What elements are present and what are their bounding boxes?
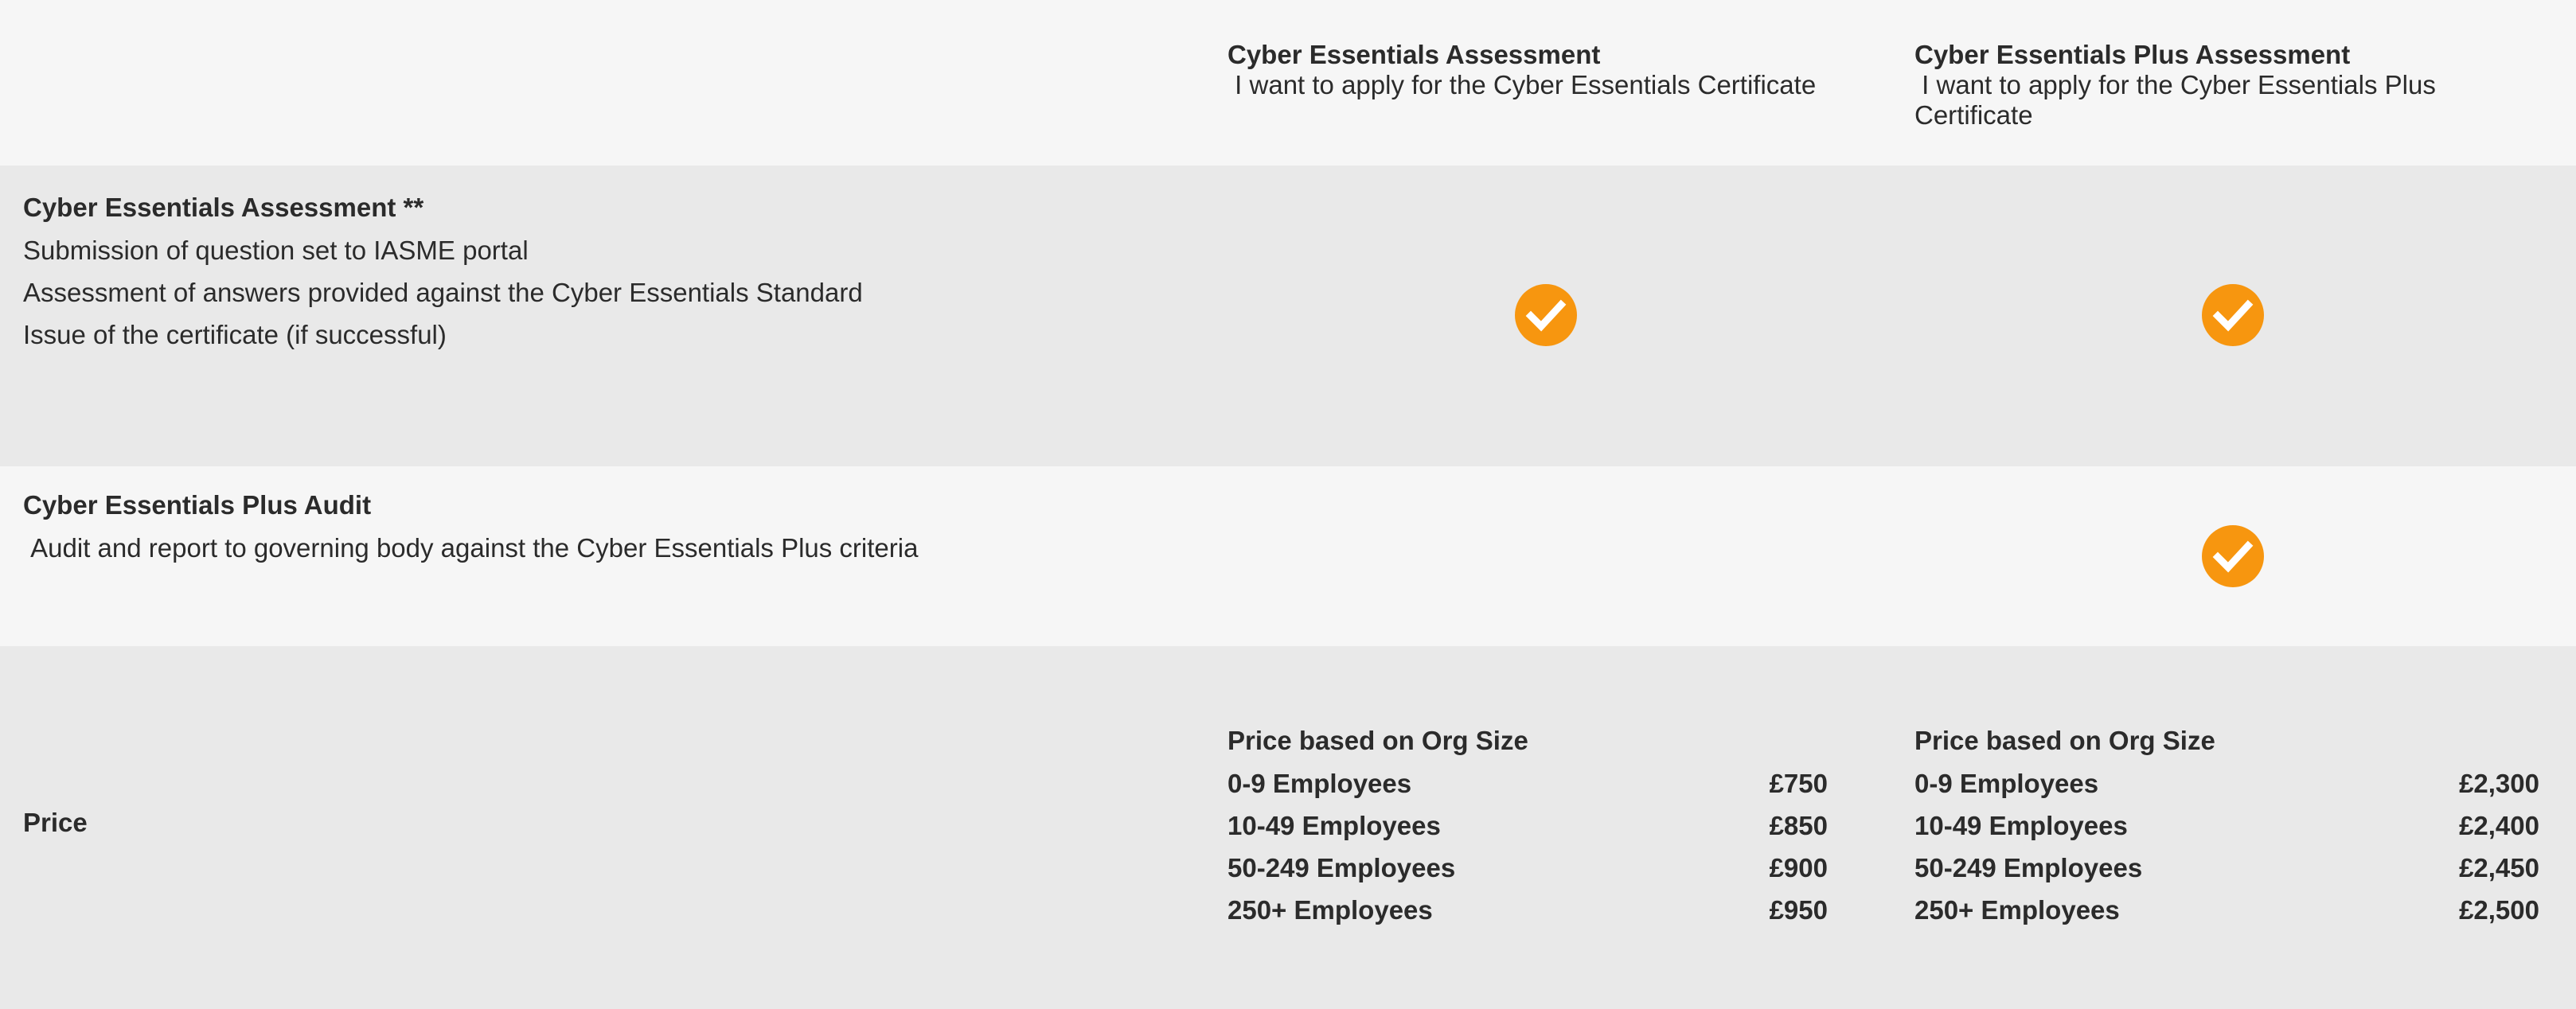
feature-description: Cyber Essentials Assessment ** Submissio… [23,186,863,356]
tier-amount: £2,500 [2459,895,2539,925]
tier-size: 250+ Employees [1228,895,1433,925]
tier-amount: £2,400 [2459,811,2539,840]
feature-row-ce-plus-audit: Cyber Essentials Plus Audit Audit and re… [0,466,2576,646]
check-circle-icon [2202,525,2264,587]
check-circle-icon [2202,284,2264,346]
price-tier: 10-49 Employees £850 [1228,804,1828,847]
tier-amount: £2,300 [2459,769,2539,798]
price-tier: 50-249 Employees £2,450 [1914,847,2539,889]
feature-line: Assessment of answers provided against t… [23,278,863,307]
check-circle-icon [1515,284,1577,346]
price-block-ce-plus: Price based on Org Size 0-9 Employees £2… [1914,719,2539,931]
feature-row-ce-assessment: Cyber Essentials Assessment ** Submissio… [0,166,2576,466]
column-description: I want to apply for the Cyber Essentials… [1914,70,2443,130]
feature-line: Submission of question set to IASME port… [23,236,529,265]
tier-amount: £2,450 [2459,853,2539,882]
header-row: Cyber Essentials Assessment I want to ap… [0,0,2576,166]
column-title: Cyber Essentials Plus Assessment [1914,40,2351,69]
price-tier: 250+ Employees £2,500 [1914,889,2539,931]
tier-amount: £900 [1769,853,1828,882]
tier-amount: £750 [1769,769,1828,798]
column-header-ce: Cyber Essentials Assessment I want to ap… [1228,40,1832,100]
comparison-table: Cyber Essentials Assessment I want to ap… [0,0,2576,1009]
column-title: Cyber Essentials Assessment [1228,40,1601,69]
price-block-title: Price based on Org Size [1914,726,2215,755]
feature-description: Cyber Essentials Plus Audit Audit and re… [23,484,918,569]
feature-line: Audit and report to governing body again… [23,533,919,563]
price-tier: 0-9 Employees £750 [1228,762,1828,804]
tier-size: 0-9 Employees [1228,769,1412,798]
price-tier: 10-49 Employees £2,400 [1914,804,2539,847]
price-tier: 50-249 Employees £900 [1228,847,1828,889]
price-block-title: Price based on Org Size [1228,726,1528,755]
column-header-ce-plus: Cyber Essentials Plus Assessment I want … [1914,40,2519,131]
tier-amount: £950 [1769,895,1828,925]
tier-size: 50-249 Employees [1228,853,1456,882]
price-row: Price Price based on Org Size 0-9 Employ… [0,646,2576,1009]
tier-size: 250+ Employees [1914,895,2120,925]
tier-size: 10-49 Employees [1914,811,2128,840]
price-label: Price [23,808,88,837]
price-tier: 0-9 Employees £2,300 [1914,762,2539,804]
feature-line: Issue of the certificate (if successful) [23,320,447,349]
tier-size: 10-49 Employees [1228,811,1441,840]
feature-title: Cyber Essentials Assessment ** [23,193,424,222]
tier-size: 50-249 Employees [1914,853,2143,882]
tier-size: 0-9 Employees [1914,769,2099,798]
tier-amount: £850 [1769,811,1828,840]
price-tier: 250+ Employees £950 [1228,889,1828,931]
column-description: I want to apply for the Cyber Essentials… [1228,70,1817,99]
feature-title: Cyber Essentials Plus Audit [23,490,372,520]
price-block-ce: Price based on Org Size 0-9 Employees £7… [1228,719,1828,931]
